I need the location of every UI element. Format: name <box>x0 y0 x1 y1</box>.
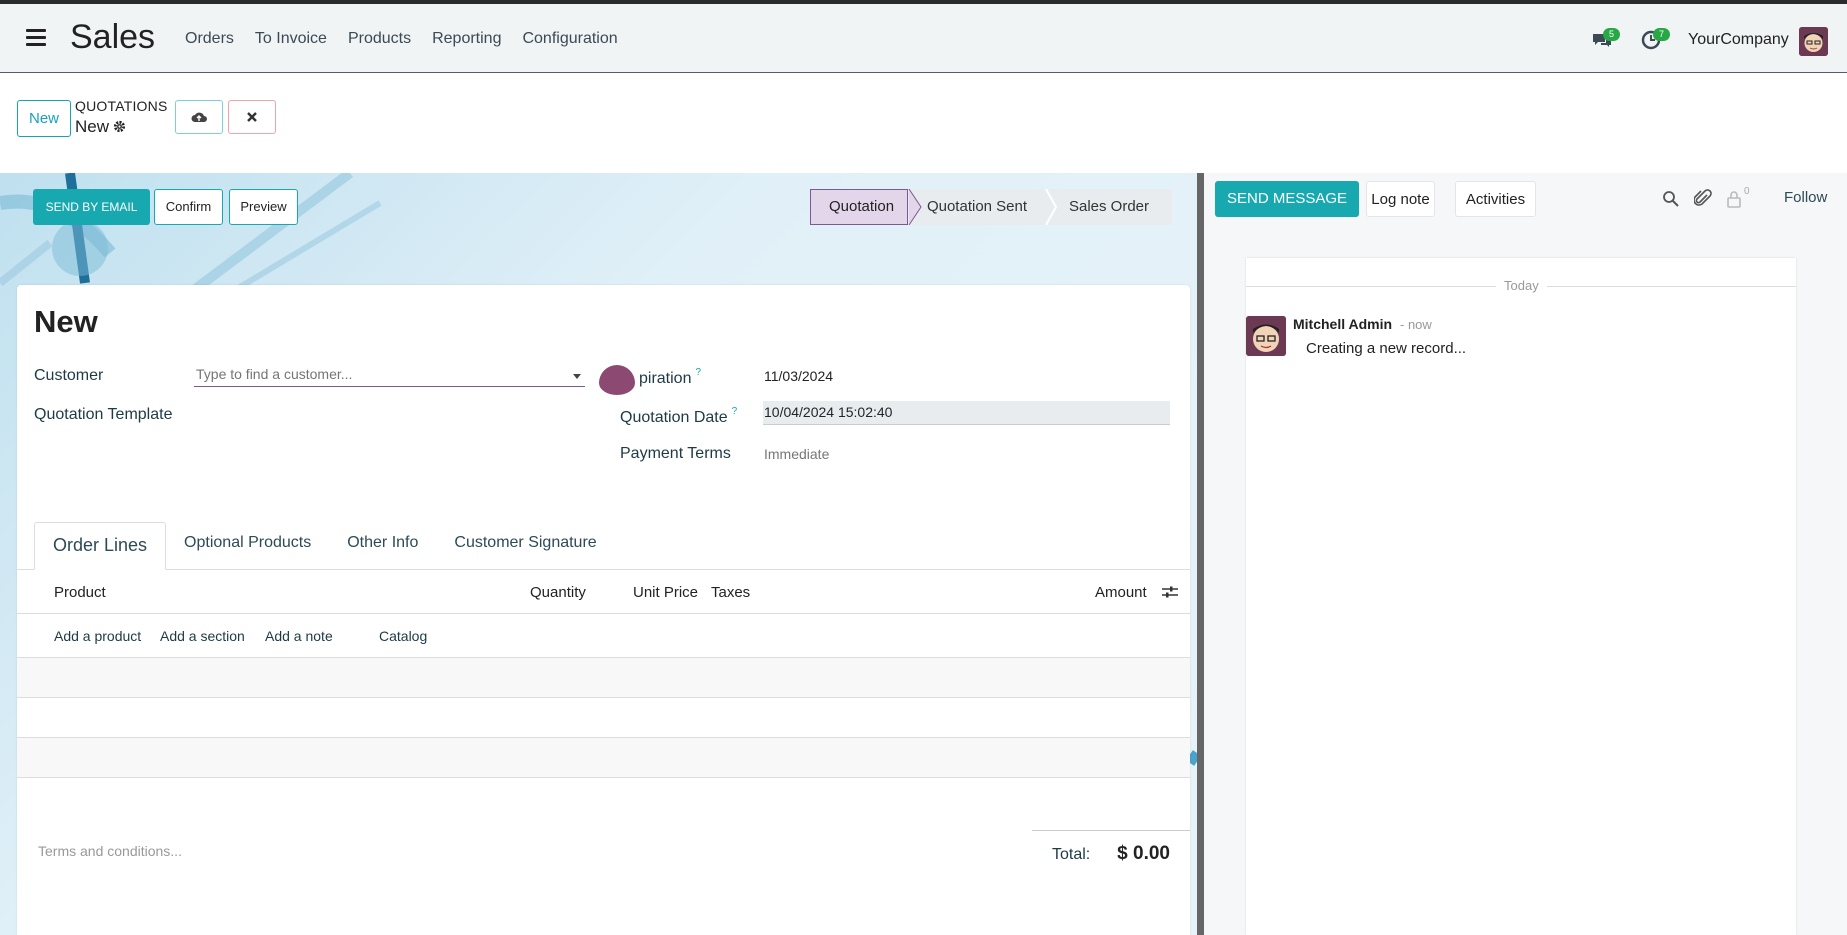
breadcrumb-current: New <box>75 117 126 137</box>
payment-terms-field[interactable]: Immediate <box>764 446 829 462</box>
menu-item-configuration[interactable]: Configuration <box>522 30 617 48</box>
add-section-link[interactable]: Add a section <box>160 628 245 644</box>
quotation-date-field: 10/04/2024 15:02:40 <box>763 401 1170 425</box>
customer-label: Customer <box>34 367 104 384</box>
chevron-down-icon[interactable] <box>573 374 581 379</box>
expiration-help-icon[interactable]: ? <box>695 367 701 378</box>
preview-button[interactable]: Preview <box>229 189 298 225</box>
column-taxes[interactable]: Taxes <box>711 584 750 601</box>
stage-quotation[interactable]: Quotation <box>810 189 908 225</box>
follow-button[interactable]: Follow <box>1784 189 1827 206</box>
menu-item-reporting[interactable]: Reporting <box>432 30 501 48</box>
tab-customer-signature[interactable]: Customer Signature <box>436 522 614 570</box>
total-label: Total: <box>1052 846 1091 863</box>
quotation-template-label: Quotation Template <box>34 406 173 423</box>
confirm-button[interactable]: Confirm <box>154 189 223 225</box>
message-thread: Today Mitchell Admin - now Creating a ne… <box>1246 258 1796 935</box>
quotation-date-help-icon[interactable]: ? <box>732 406 738 417</box>
chatter-panel: SEND MESSAGE Log note Activities 0 Follo… <box>1204 173 1847 935</box>
form-sheet: New Customer Quotation Template piration… <box>17 285 1190 935</box>
menu-item-to-invoice[interactable]: To Invoice <box>255 30 327 48</box>
message-timestamp: - now <box>1400 317 1432 332</box>
search-icon[interactable] <box>1662 190 1680 208</box>
quotation-date-label-text: Quotation Date <box>620 409 728 426</box>
stage-pipeline: Quotation Quotation Sent Sales Order <box>810 189 1172 225</box>
new-button[interactable]: New <box>17 100 71 137</box>
empty-row <box>17 698 1190 738</box>
stage-sales-order[interactable]: Sales Order <box>1046 189 1172 225</box>
quotation-date-label: Quotation Date? <box>620 406 737 427</box>
catalog-button[interactable]: Catalog <box>379 628 427 644</box>
column-amount[interactable]: Amount <box>1095 584 1147 601</box>
customer-input[interactable] <box>194 366 564 382</box>
expiration-label: piration? <box>639 367 701 388</box>
send-by-email-button[interactable]: SEND BY EMAIL <box>33 189 150 225</box>
menu-toggle-icon[interactable] <box>26 29 46 46</box>
close-icon <box>247 112 257 122</box>
breadcrumb-parent[interactable]: QUOTATIONS <box>75 98 167 114</box>
save-button[interactable] <box>175 100 223 134</box>
empty-row <box>17 658 1190 698</box>
customer-field[interactable] <box>194 366 585 387</box>
stage-arrow-separator-2 <box>1045 189 1058 225</box>
total-amount: $ 0.00 <box>1117 843 1170 864</box>
expiration-label-text: piration <box>639 370 692 387</box>
terms-and-conditions-field[interactable]: Terms and conditions... <box>38 843 182 859</box>
payment-terms-label: Payment Terms <box>620 445 731 462</box>
notebook-tabs: Order Lines Optional Products Other Info… <box>34 522 615 570</box>
stage-arrow-separators <box>908 189 922 225</box>
panel-splitter[interactable] <box>1197 173 1204 935</box>
column-unit-price[interactable]: Unit Price <box>633 584 698 601</box>
add-note-link[interactable]: Add a note <box>265 628 333 644</box>
date-separator: Today <box>1496 278 1547 293</box>
gear-icon[interactable] <box>113 120 126 133</box>
form-view: SEND BY EMAIL Confirm Preview Quotation … <box>0 173 1197 935</box>
send-message-button[interactable]: SEND MESSAGE <box>1215 181 1359 217</box>
activities-button[interactable]: Activities <box>1455 181 1536 217</box>
mouse-cursor-highlight <box>599 365 635 395</box>
menu-item-orders[interactable]: Orders <box>185 30 234 48</box>
top-navbar: Sales Orders To Invoice Products Reporti… <box>0 0 1847 73</box>
tab-optional-products[interactable]: Optional Products <box>166 522 329 570</box>
column-quantity[interactable]: Quantity <box>530 584 586 601</box>
message-body: Creating a new record... <box>1306 340 1467 357</box>
tab-other-info[interactable]: Other Info <box>329 522 436 570</box>
optional-columns-icon[interactable] <box>1162 585 1178 599</box>
message-author[interactable]: Mitchell Admin <box>1293 316 1392 332</box>
lock-followers-icon[interactable] <box>1727 190 1741 208</box>
main-menu: Orders To Invoice Products Reporting Con… <box>185 30 618 48</box>
tab-order-lines[interactable]: Order Lines <box>34 522 167 570</box>
order-lines-header: Product Quantity Unit Price Taxes Amount <box>17 570 1190 614</box>
log-note-button[interactable]: Log note <box>1366 181 1435 217</box>
column-product[interactable]: Product <box>54 584 106 601</box>
control-panel: New QUOTATIONS New <box>0 73 1847 173</box>
status-bar: SEND BY EMAIL Confirm Preview Quotation … <box>0 173 1197 285</box>
total-summary: Total: $ 0.00 <box>1032 830 1190 870</box>
add-line-row: Add a product Add a section Add a note C… <box>17 614 1190 658</box>
messages-badge: 5 <box>1603 28 1620 41</box>
discard-button[interactable] <box>228 100 276 134</box>
add-product-link[interactable]: Add a product <box>54 628 141 644</box>
app-title[interactable]: Sales <box>70 18 155 57</box>
followers-count: 0 <box>1744 186 1750 197</box>
record-title: New <box>34 304 98 339</box>
author-avatar[interactable] <box>1246 316 1286 356</box>
empty-row <box>17 738 1190 778</box>
company-switcher[interactable]: YourCompany <box>1688 31 1789 49</box>
paperclip-icon[interactable] <box>1694 189 1712 209</box>
activities-badge: 7 <box>1653 28 1670 41</box>
user-avatar[interactable] <box>1799 27 1828 56</box>
cloud-upload-icon <box>191 112 207 122</box>
menu-item-products[interactable]: Products <box>348 30 411 48</box>
breadcrumb-current-label: New <box>75 117 110 136</box>
expiration-field[interactable]: 11/03/2024 <box>764 368 833 384</box>
